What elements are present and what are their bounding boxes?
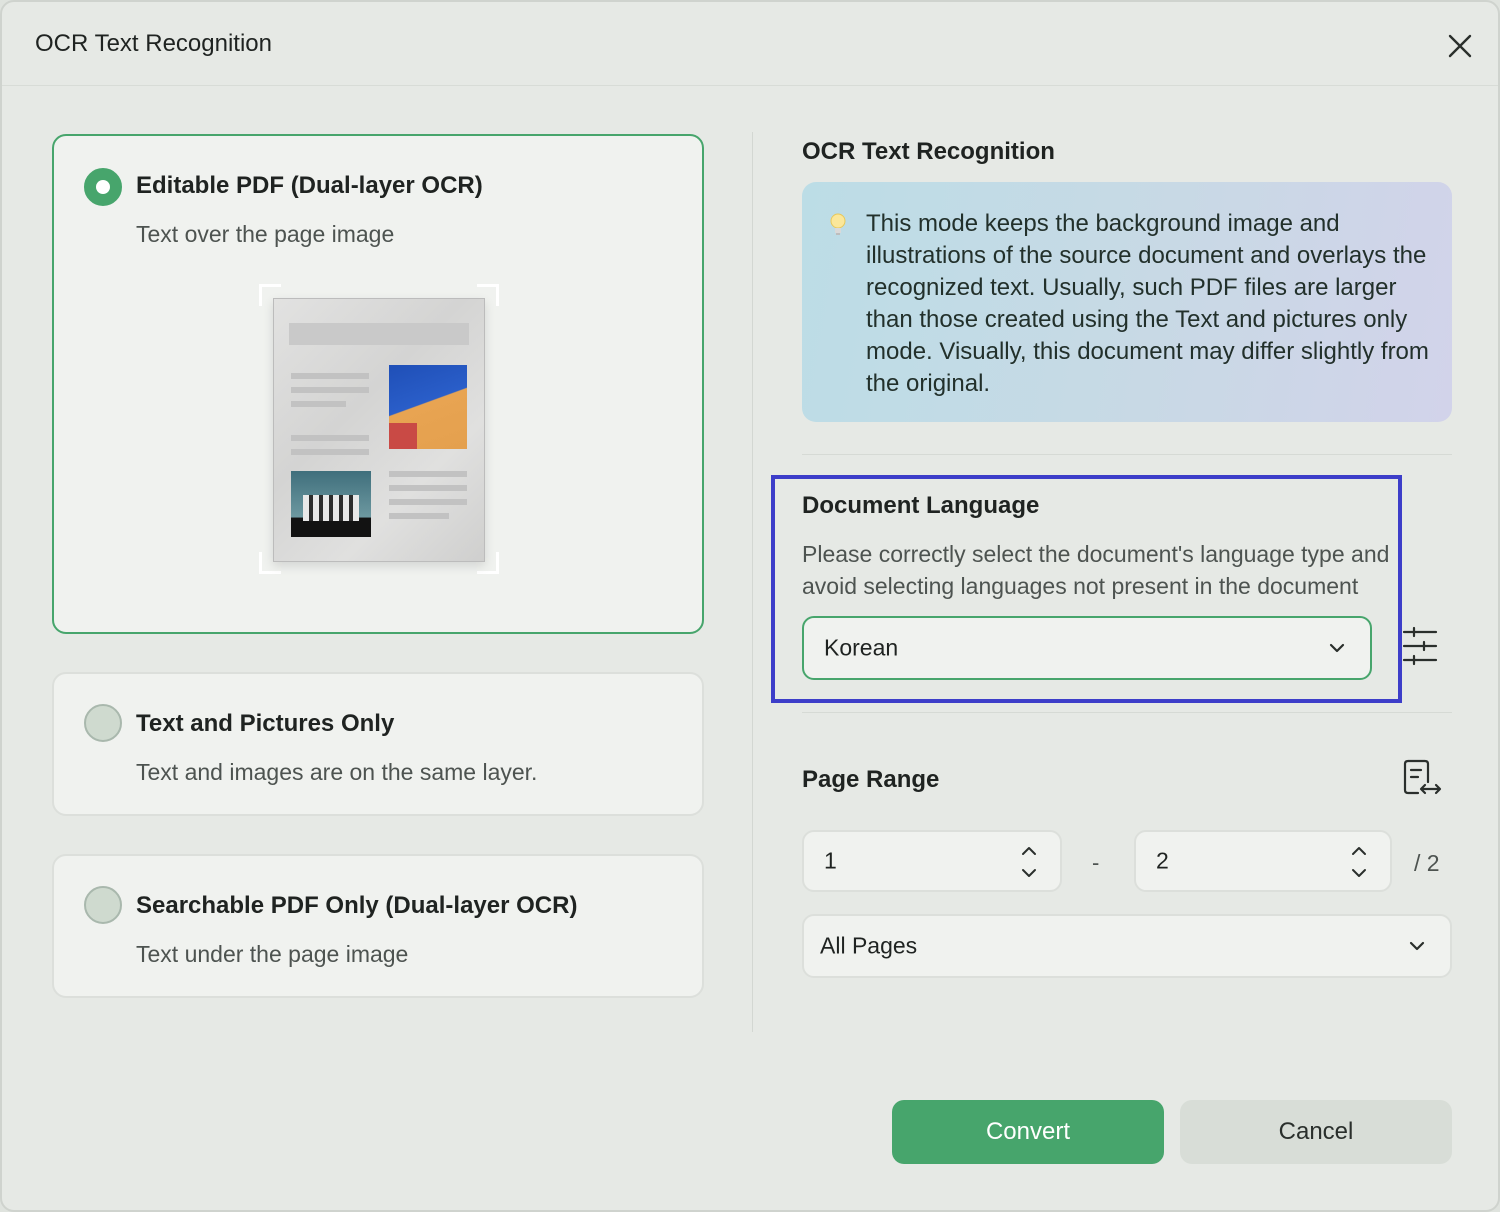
settings-sliders-icon [1402, 626, 1438, 666]
mode-subtitle: Text over the page image [136, 221, 395, 247]
close-icon [1448, 34, 1472, 58]
mode-card-searchable-pdf[interactable]: Searchable PDF Only (Dual-layer OCR) Tex… [52, 854, 704, 998]
chevron-down-icon [1329, 643, 1345, 653]
language-description: Please correctly select the document's l… [802, 538, 1422, 602]
mode-card-editable-pdf[interactable]: Editable PDF (Dual-layer OCR) Text over … [52, 134, 704, 634]
language-description-line: avoid selecting languages not present in… [802, 573, 1359, 599]
page-from-value: 1 [824, 847, 837, 874]
page-preset-select[interactable]: All Pages [802, 914, 1452, 978]
page-range-title: Page Range [802, 766, 940, 793]
radio-searchable-pdf[interactable] [84, 886, 122, 924]
ocr-section-title: OCR Text Recognition [802, 138, 1055, 165]
document-illustration [259, 284, 499, 574]
page-swap-icon [1403, 759, 1442, 795]
illustration-photo-city [291, 471, 371, 537]
page-total: / 2 [1414, 850, 1440, 876]
lightbulb-icon [830, 213, 846, 235]
spinner-arrows-icon[interactable] [1350, 844, 1368, 880]
language-settings-button[interactable] [1402, 626, 1438, 666]
range-separator: - [1092, 850, 1100, 875]
page-preset-value: All Pages [820, 932, 918, 959]
language-select-value: Korean [824, 634, 899, 661]
mode-info-text: This mode keeps the background image and… [866, 210, 1429, 397]
page-to-stepper[interactable]: 2 [1134, 830, 1392, 892]
mode-title: Searchable PDF Only (Dual-layer OCR) [136, 892, 578, 919]
window-title: OCR Text Recognition [35, 30, 272, 57]
close-button[interactable] [1442, 28, 1478, 64]
language-select[interactable]: Korean [802, 616, 1372, 680]
divider [802, 454, 1452, 455]
mode-subtitle: Text and images are on the same layer. [136, 759, 538, 785]
page-to-value: 2 [1156, 847, 1169, 874]
radio-editable-pdf[interactable] [84, 168, 122, 206]
convert-button[interactable]: Convert [892, 1100, 1164, 1164]
mode-title: Editable PDF (Dual-layer OCR) [136, 172, 483, 199]
mode-info-box: This mode keeps the background image and… [802, 182, 1452, 422]
column-divider [752, 132, 753, 1032]
cancel-button[interactable]: Cancel [1180, 1100, 1452, 1164]
chevron-down-icon [1409, 941, 1425, 951]
language-description-line: Please correctly select the document's l… [802, 541, 1390, 567]
radio-text-pictures[interactable] [84, 704, 122, 742]
mode-subtitle: Text under the page image [136, 941, 409, 967]
ocr-dialog: OCR Text Recognition Editable PDF (Dual-… [0, 0, 1500, 1212]
illustration-photo-building [389, 365, 467, 449]
page-from-stepper[interactable]: 1 [802, 830, 1062, 892]
spinner-arrows-icon[interactable] [1020, 844, 1038, 880]
page-range-swap-button[interactable] [1402, 758, 1442, 798]
language-section-title: Document Language [802, 492, 1040, 519]
title-bar: OCR Text Recognition [2, 2, 1498, 86]
mode-card-text-pictures[interactable]: Text and Pictures Only Text and images a… [52, 672, 704, 816]
mode-title: Text and Pictures Only [136, 710, 395, 737]
divider [802, 712, 1452, 713]
